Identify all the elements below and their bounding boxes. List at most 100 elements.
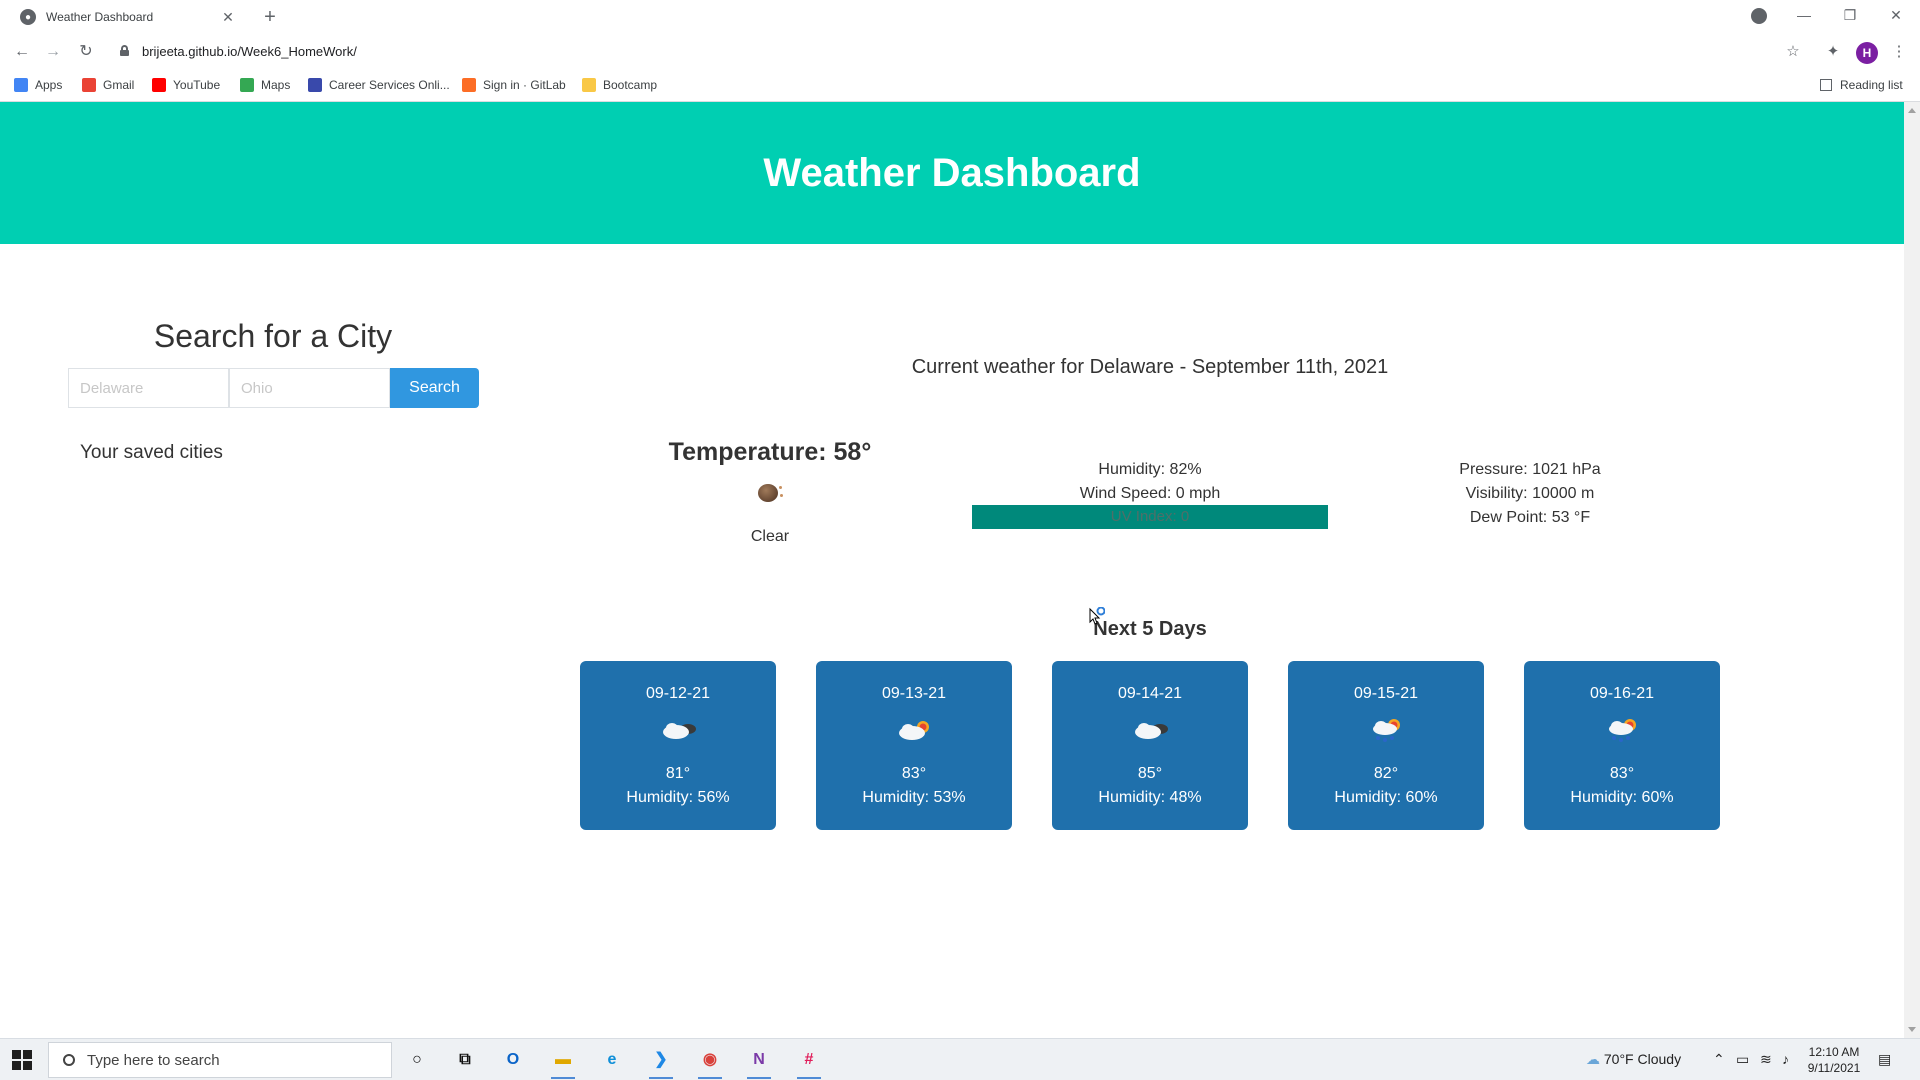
vscode-icon[interactable]: ❯ [646,1045,676,1079]
forecast-humidity: Humidity: 53% [862,789,966,806]
search-form: Search [68,368,479,408]
back-icon[interactable]: ← [12,42,32,62]
close-window-icon[interactable]: ✕ [1873,0,1919,30]
pressure-value: Pressure: 1021 hPa [1459,461,1601,478]
cortana-icon[interactable]: ○ [402,1045,432,1075]
search-icon [63,1054,75,1066]
current-weather-title: Current weather for Delaware - September… [911,356,1389,378]
outlook-icon[interactable]: O [498,1045,528,1075]
file-explorer-icon[interactable]: ▬ [548,1045,578,1079]
cloud-moon-icon [1135,723,1168,739]
forecast-temp: 83° [1609,765,1635,782]
page-scrollbar[interactable] [1904,102,1920,1038]
wind-speed-value: Wind Speed: 0 mph [1079,485,1221,502]
forecast-heading: Next 5 Days [1093,618,1207,640]
taskbar-weather: 70°F Cloudy [1603,1051,1682,1067]
gitlab-icon [462,78,476,92]
bookmark-career-services[interactable]: Career Services Onli... [308,78,450,92]
tab-search-icon[interactable] [1751,8,1767,24]
reading-list-icon [1820,79,1832,91]
state-input[interactable] [229,368,390,408]
current-stats-middle: Humidity: 82% Wind Speed: 0 mph [972,458,1328,506]
forecast-humidity: Humidity: 56% [626,789,730,806]
forecast-temp: 82° [1373,765,1399,782]
task-view-icon[interactable]: ⧉ [450,1045,480,1075]
gmail-icon [82,78,96,92]
forecast-card: 09-16-21 83° Humidity: 60% [1524,661,1720,830]
forecast-humidity: Humidity: 60% [1334,789,1438,806]
forecast-card: 09-12-21 81° Humidity: 56% [580,661,776,830]
new-tab-button[interactable]: + [258,6,282,30]
forecast-card: 09-14-21 85° Humidity: 48% [1052,661,1248,830]
cloud-moon-icon [663,723,696,739]
bookmark-youtube[interactable]: YouTube [152,78,220,92]
system-clock[interactable]: 12:10 AM 9/11/2021 [1806,1044,1862,1076]
reload-icon[interactable]: ↻ [76,42,96,62]
extensions-icon[interactable]: ✦ [1822,41,1844,63]
close-tab-icon[interactable]: ✕ [220,9,236,26]
forecast-date: 09-12-21 [645,685,711,702]
windows-start-icon[interactable] [12,1050,32,1070]
scroll-down-icon[interactable] [1908,1027,1916,1032]
lock-icon[interactable] [120,45,129,56]
chrome-menu-icon[interactable]: ⋮ [1888,41,1910,63]
slack-icon[interactable]: # [794,1045,824,1079]
bookmark-apps[interactable]: Apps [14,78,62,92]
notification-center-icon[interactable]: ▤ [1878,1051,1891,1068]
taskbar-search-box[interactable]: Type here to search [48,1042,392,1078]
browser-toolbar: ← → ↻ brijeeta.github.io/Week6_HomeWork/… [0,34,1920,70]
clock-date: 9/11/2021 [1807,1061,1861,1075]
current-temperature: Temperature: 58° [668,438,872,466]
mouse-cursor-icon [1089,607,1105,625]
youtube-icon [152,78,166,92]
profile-avatar[interactable]: H [1856,42,1878,64]
humidity-value: Humidity: 82% [1098,461,1202,478]
rain-sun-icon [1373,719,1400,742]
edge-icon[interactable]: e [597,1045,627,1075]
dew-point-value: Dew Point: 53 °F [1469,509,1591,526]
weather-widget[interactable]: ☁ 70°F Cloudy [1586,1051,1681,1068]
taskbar-search-placeholder: Type here to search [87,1051,220,1069]
bookmark-bootcamp[interactable]: Bootcamp [582,78,657,92]
forecast-date: 09-16-21 [1589,685,1655,702]
windows-taskbar: Type here to search ○ ⧉ O ▬ e ❯ ◉ N # ☁ … [0,1038,1920,1080]
folder-icon [582,78,596,92]
minimize-icon[interactable]: — [1781,0,1827,30]
onenote-icon[interactable]: N [744,1045,774,1079]
current-stats-right: Pressure: 1021 hPa Visibility: 10000 m D… [1430,458,1630,530]
forecast-temp: 81° [665,765,691,782]
clear-night-icon [758,482,783,502]
city-input[interactable] [68,368,229,408]
apps-grid-icon [14,78,28,92]
forecast-temp: 85° [1137,765,1163,782]
bookmark-gmail[interactable]: Gmail [82,78,134,92]
forecast-date: 09-14-21 [1117,685,1183,702]
browser-tab[interactable]: ● Weather Dashboard ✕ [8,0,248,34]
cloud-icon: ☁ [1586,1051,1600,1067]
forecast-card: 09-13-21 83° Humidity: 53% [816,661,1012,830]
address-bar[interactable]: brijeeta.github.io/Week6_HomeWork/ [142,44,357,59]
career-services-icon [308,78,322,92]
bookmark-maps[interactable]: Maps [240,78,290,92]
restore-icon[interactable]: ❐ [1827,0,1873,30]
clock-time: 12:10 AM [1808,1045,1860,1059]
wifi-icon[interactable]: ≋ [1760,1051,1772,1068]
bookmark-gitlab[interactable]: Sign in · GitLab [462,78,566,92]
show-hidden-icons[interactable]: ⌃ [1713,1051,1725,1068]
volume-icon[interactable]: ♪ [1782,1051,1789,1067]
current-condition: Clear [750,528,790,545]
scroll-up-icon[interactable] [1908,108,1916,113]
maps-icon [240,78,254,92]
battery-icon[interactable]: ▭ [1736,1051,1749,1068]
uv-index-bar: UV Index: 0 [972,505,1328,529]
forecast-date: 09-13-21 [881,685,947,702]
forward-icon[interactable]: → [43,42,63,62]
reading-list-button[interactable]: Reading list [1820,78,1903,92]
tab-title: Weather Dashboard [46,10,154,24]
page-title: Weather Dashboard [763,150,1141,195]
forecast-humidity: Humidity: 48% [1098,789,1202,806]
chrome-icon[interactable]: ◉ [695,1045,725,1079]
page-header: Weather Dashboard [0,102,1904,244]
bookmark-star-icon[interactable]: ☆ [1782,41,1804,63]
search-button[interactable]: Search [390,368,479,408]
